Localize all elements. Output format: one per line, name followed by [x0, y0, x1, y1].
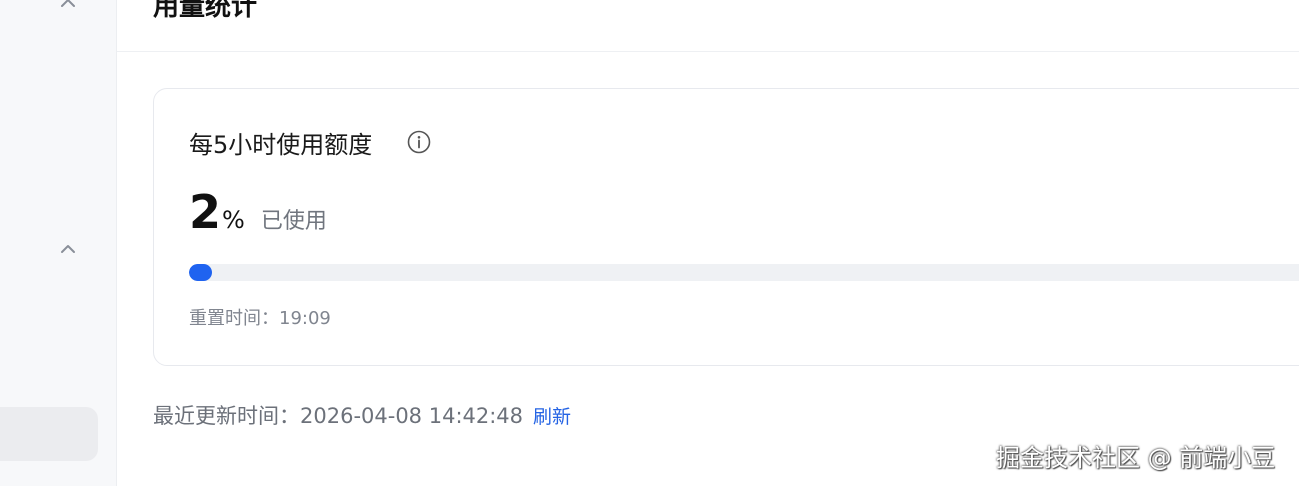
refresh-link[interactable]: 刷新	[533, 406, 571, 428]
chevron-up-icon[interactable]	[58, 0, 78, 13]
chevron-up-icon[interactable]	[58, 239, 78, 259]
usage-card: 每5小时使用额度 2% 已使用 重置时间：19:09	[153, 88, 1299, 366]
usage-progress-fill	[189, 264, 212, 281]
last-updated-row: 最近更新时间：2026-04-08 14:42:48 刷新	[153, 400, 571, 430]
usage-card-title: 每5小时使用额度	[189, 131, 373, 159]
usage-used-label: 已使用	[260, 209, 327, 234]
page-header: 用量统计	[117, 0, 1299, 52]
reset-time-label: 重置时间：19:09	[189, 308, 331, 329]
usage-percent-value: 2	[189, 185, 222, 239]
last-updated-label: 最近更新时间：2026-04-08 14:42:48	[153, 404, 524, 428]
usage-progress-bar	[189, 264, 1299, 281]
sidebar-item-active[interactable]	[0, 407, 98, 461]
sidebar	[0, 0, 117, 486]
page-title: 用量统计	[153, 0, 258, 22]
info-icon[interactable]	[406, 129, 432, 155]
usage-percent-row: 2% 已使用	[189, 185, 327, 239]
usage-percent-sign: %	[222, 206, 245, 234]
watermark: 掘金技术社区 @ 前端小豆	[996, 444, 1276, 472]
